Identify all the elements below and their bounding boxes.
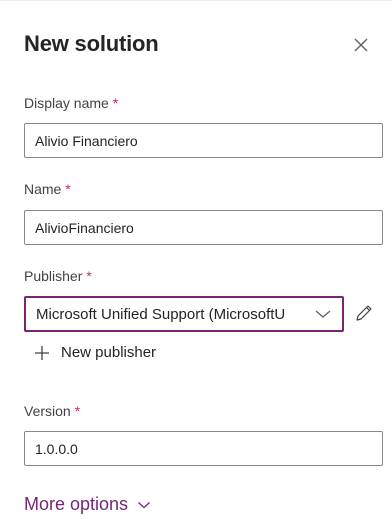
publisher-label-text: Publisher bbox=[24, 268, 83, 284]
more-options-label: More options bbox=[24, 494, 129, 514]
pencil-icon bbox=[356, 305, 372, 321]
version-input[interactable] bbox=[24, 431, 383, 466]
display-name-label: Display name * bbox=[24, 95, 118, 111]
version-label-text: Version bbox=[24, 403, 71, 419]
new-publisher-label: New publisher bbox=[61, 344, 157, 361]
name-label: Name * bbox=[24, 181, 71, 197]
close-button[interactable] bbox=[351, 35, 371, 55]
new-publisher-button[interactable]: New publisher bbox=[34, 344, 156, 361]
more-options-toggle[interactable]: More options bbox=[24, 494, 151, 515]
publisher-label: Publisher * bbox=[24, 268, 92, 284]
panel-title: New solution bbox=[24, 31, 159, 56]
plus-icon bbox=[35, 345, 49, 360]
close-icon bbox=[354, 38, 368, 52]
required-mark: * bbox=[86, 268, 92, 284]
chevron-down-icon bbox=[138, 501, 150, 508]
chevron-down-icon bbox=[315, 310, 331, 318]
display-name-input[interactable] bbox=[24, 123, 383, 158]
publisher-dropdown[interactable]: Microsoft Unified Support (MicrosoftU bbox=[24, 296, 344, 332]
display-name-label-text: Display name bbox=[24, 95, 109, 111]
edit-publisher-button[interactable] bbox=[354, 303, 374, 323]
name-label-text: Name bbox=[24, 181, 62, 197]
required-mark: * bbox=[74, 403, 81, 419]
required-mark: * bbox=[65, 181, 71, 197]
name-input[interactable] bbox=[24, 210, 383, 245]
publisher-selected-value: Microsoft Unified Support (MicrosoftU bbox=[36, 305, 286, 323]
required-mark: * bbox=[112, 95, 119, 111]
version-label: Version * bbox=[24, 403, 80, 419]
new-solution-panel: New solution Display name * Name * Publi… bbox=[0, 0, 392, 519]
